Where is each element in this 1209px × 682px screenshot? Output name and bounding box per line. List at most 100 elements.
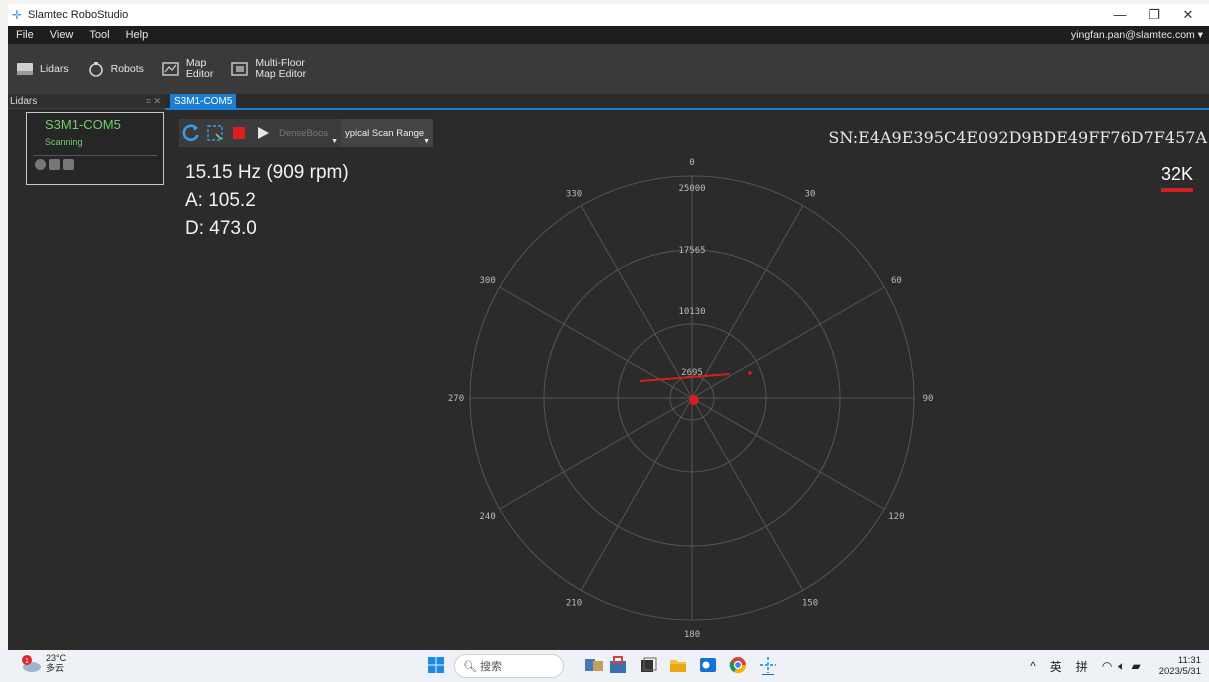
distance-readout: D: 473.0 [185, 218, 257, 239]
scan-origin-cluster [689, 395, 699, 405]
windows-taskbar: 1 23°C 多云 🔍︎ 搜索 ^ 英 拼 ◠ 🔈︎ ▰ 11:31 2023/… [0, 650, 1209, 682]
scan-range-select[interactable]: ypical Scan Range ▼ [341, 119, 433, 147]
user-account[interactable]: yingfan.pan@slamtec.com ▾ [1071, 26, 1203, 44]
map-editor-label-line2: Editor [185, 68, 214, 80]
weather-alert-badge: 1 [25, 658, 29, 665]
chevron-down-icon: ▼ [423, 138, 430, 145]
refresh-button[interactable] [179, 119, 203, 147]
scan-mode-label: 32K [1160, 164, 1193, 184]
scan-mode-indicator [1161, 188, 1193, 192]
restore-button[interactable]: ❐ [1137, 4, 1171, 26]
chrome-icon[interactable] [728, 655, 748, 675]
polar-spoke-210 [580, 397, 693, 591]
device-disconnect-icon[interactable] [35, 159, 46, 170]
wifi-icon[interactable]: ◠ [1102, 659, 1112, 673]
card-divider [33, 155, 157, 156]
stop-button[interactable] [227, 119, 251, 147]
ime-mode[interactable]: 拼 [1076, 658, 1088, 675]
lidars-pane-title: Lidars [10, 96, 38, 107]
play-button[interactable] [251, 119, 275, 147]
polar-spoke-240 [499, 397, 693, 510]
menu-tool[interactable]: Tool [81, 29, 117, 41]
cloud-icon: 1 [20, 655, 42, 672]
menu-file[interactable]: File [8, 29, 42, 41]
angle-label-120: 120 [888, 512, 904, 522]
scan-point [748, 371, 752, 375]
chevron-down-icon: ▼ [331, 138, 338, 145]
multi-floor-map-icon [231, 62, 249, 76]
angle-label-240: 240 [479, 512, 495, 522]
windows-start-icon[interactable] [426, 655, 446, 675]
device-card[interactable]: S3M1-COM5 Scanning [26, 112, 164, 185]
app-icon-dark[interactable] [638, 655, 658, 675]
battery-icon[interactable]: ▰ [1132, 659, 1141, 673]
device-settings-icon[interactable] [63, 159, 74, 170]
angle-readout: A: 105.2 [185, 190, 256, 211]
polar-scan-plot: 0 30 60 90 120 150 180 210 240 270 300 330 25000 1756… [448, 158, 934, 640]
app-window: ✛ Slamtec RoboStudio — ❐ ✕ File View Too… [8, 4, 1209, 650]
boost-mode-value: DenseBoos [279, 127, 329, 139]
map-editor-button[interactable]: Map Editor [162, 58, 213, 80]
angle-label-270: 270 [448, 394, 464, 404]
taskbar-search[interactable]: 🔍︎ 搜索 [454, 654, 564, 678]
weather-description: 多云 [46, 663, 65, 673]
weather-widget[interactable]: 1 23°C 多云 [20, 653, 66, 673]
volume-icon[interactable]: 🔈︎ [1118, 659, 1125, 674]
map-editor-icon [162, 62, 179, 76]
pane-pin-close-icon[interactable]: ⌗ ✕ [146, 94, 161, 109]
angle-label-90: 90 [923, 394, 934, 404]
title-bar: ✛ Slamtec RoboStudio — ❐ ✕ [8, 4, 1209, 26]
search-icon: 🔍︎ [463, 660, 477, 673]
lidars-panel: S3M1-COM5 Scanning [8, 110, 165, 650]
close-button[interactable]: ✕ [1171, 4, 1205, 26]
angle-label-150: 150 [802, 598, 818, 608]
menu-bar: File View Tool Help yingfan.pan@slamtec.… [8, 26, 1209, 44]
lidar-icon [17, 63, 33, 75]
scan-range-value: ypical Scan Range [345, 127, 425, 139]
clock-date: 2023/5/31 [1158, 666, 1201, 677]
device-info-icon[interactable] [49, 159, 60, 170]
clock[interactable]: 11:31 2023/5/31 [1159, 655, 1201, 677]
angle-label-30: 30 [805, 190, 816, 200]
window-controls: — ❐ ✕ [1103, 4, 1205, 26]
radial-tick-label: 17565 [678, 246, 705, 256]
window-title: Slamtec RoboStudio [28, 9, 129, 21]
map-editor-label: Map Editor [186, 58, 213, 80]
radial-tick-label: 10130 [678, 307, 705, 317]
ime-language[interactable]: 英 [1050, 658, 1062, 675]
task-view-icon[interactable] [584, 655, 604, 675]
main-toolbar: Lidars Robots Map Editor Multi-Floor Map E… [8, 44, 1209, 94]
robostudio-taskbar-icon[interactable] [758, 655, 778, 675]
tray-overflow-icon[interactable]: ^ [1030, 659, 1036, 673]
weather-temperature: 23°C [46, 653, 67, 663]
stop-icon [233, 127, 245, 139]
play-icon [258, 127, 269, 139]
multi-floor-map-editor-button[interactable]: Multi-Floor Map Editor [231, 58, 306, 80]
store-icon[interactable] [608, 655, 628, 675]
file-explorer-icon[interactable] [668, 655, 688, 675]
lidars-label: Lidars [40, 63, 69, 75]
tab-label: S3M1-COM5 [174, 96, 233, 107]
boost-mode-select[interactable]: DenseBoos ▼ [275, 119, 341, 147]
minimize-button[interactable]: — [1103, 4, 1137, 26]
angle-label-0: 0 [689, 158, 694, 168]
tab-s3m1-com5[interactable]: S3M1-COM5 ✕ [170, 94, 236, 122]
robots-button[interactable]: Robots [87, 61, 144, 77]
polar-spoke-60 [691, 286, 885, 399]
polar-spoke-120 [691, 397, 885, 510]
device-name: S3M1-COM5 [45, 117, 121, 132]
robostudio-logo-icon: ✛ [11, 8, 23, 22]
polar-spoke-150 [691, 397, 804, 591]
polar-spoke-300 [499, 286, 693, 399]
lidars-button[interactable]: Lidars [16, 61, 69, 77]
angle-label-60: 60 [891, 276, 902, 286]
robot-icon [88, 62, 103, 77]
frequency-readout: 15.15 Hz (909 rpm) [185, 162, 349, 183]
search-placeholder: 搜索 [480, 661, 503, 673]
refresh-icon [182, 124, 199, 142]
serial-number: SN:E4A9E395C4E092D9BDE49FF76D7F457A [828, 128, 1207, 147]
menu-help[interactable]: Help [118, 29, 157, 41]
outlook-icon[interactable] [698, 655, 718, 675]
menu-view[interactable]: View [42, 29, 82, 41]
fit-view-button[interactable] [203, 119, 227, 147]
